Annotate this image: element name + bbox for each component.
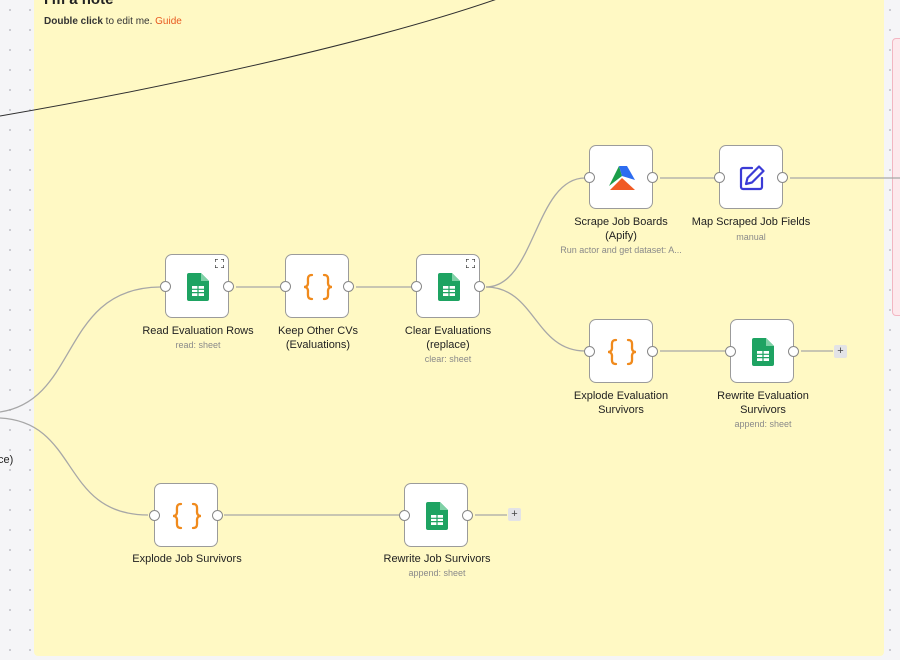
output-handle[interactable]	[212, 510, 223, 521]
google-sheets-icon	[405, 484, 469, 548]
node-rewrite-evaluation-survivors[interactable]	[725, 319, 799, 384]
sticky-note-text: to edit me.	[102, 16, 156, 27]
google-sheets-icon	[731, 320, 795, 384]
guide-link[interactable]: Guide	[155, 16, 182, 27]
input-handle[interactable]	[280, 281, 291, 292]
apify-icon	[590, 146, 654, 210]
node-scrape-job-boards[interactable]	[584, 145, 658, 210]
input-handle[interactable]	[725, 346, 736, 357]
node-subtitle: manual	[736, 232, 766, 242]
node-label: Rewrite Job Survivors	[383, 553, 491, 565]
sticky-note-body: Double click to edit me. Guide	[44, 16, 182, 27]
input-handle[interactable]	[584, 172, 595, 183]
node-subtitle: append: sheet	[408, 568, 466, 578]
output-handle[interactable]	[647, 172, 658, 183]
code-braces-icon	[155, 484, 219, 548]
node-subtitle: append: sheet	[734, 419, 792, 429]
node-label: Clear Evaluations (replace)	[404, 325, 492, 351]
output-handle[interactable]	[474, 281, 485, 292]
input-handle[interactable]	[149, 510, 160, 521]
input-handle[interactable]	[714, 172, 725, 183]
node-label: Map Scraped Job Fields	[691, 216, 811, 228]
node-explode-evaluation-survivors[interactable]	[584, 319, 658, 384]
input-handle[interactable]	[399, 510, 410, 521]
pencil-edit-icon	[720, 146, 784, 210]
output-handle[interactable]	[647, 346, 658, 357]
node-rewrite-job-survivors[interactable]	[399, 483, 473, 548]
sticky-note-right-edge[interactable]	[892, 38, 900, 316]
input-handle[interactable]	[411, 281, 422, 292]
output-handle[interactable]	[462, 510, 473, 521]
add-node-button[interactable]: +	[834, 345, 847, 358]
node-explode-job-survivors[interactable]	[149, 483, 223, 548]
output-handle[interactable]	[343, 281, 354, 292]
output-handle[interactable]	[777, 172, 788, 183]
input-handle[interactable]	[584, 346, 595, 357]
node-keep-other-cvs[interactable]	[280, 254, 354, 319]
node-map-scraped-job-fields[interactable]	[714, 145, 788, 210]
output-handle[interactable]	[788, 346, 799, 357]
node-label: Rewrite Evaluation Survivors	[717, 390, 809, 416]
input-handle[interactable]	[160, 281, 171, 292]
code-braces-icon	[286, 255, 350, 319]
code-braces-icon	[590, 320, 654, 384]
sticky-note-bold: Double click	[44, 16, 103, 27]
node-label: Explode Job Survivors	[132, 553, 242, 565]
add-node-button[interactable]: +	[508, 508, 521, 521]
node-subtitle: Run actor and get dataset: A...	[560, 245, 682, 255]
node-subtitle: clear: sheet	[424, 354, 472, 364]
expand-icon[interactable]	[215, 259, 224, 268]
node-clear-evaluations[interactable]	[411, 254, 485, 318]
sticky-note-title: I'm a note	[44, 0, 113, 8]
node-read-evaluation-rows[interactable]	[160, 254, 234, 318]
expand-icon[interactable]	[466, 259, 475, 268]
offscreen-node-label: ce)	[0, 454, 14, 466]
output-handle[interactable]	[223, 281, 234, 292]
